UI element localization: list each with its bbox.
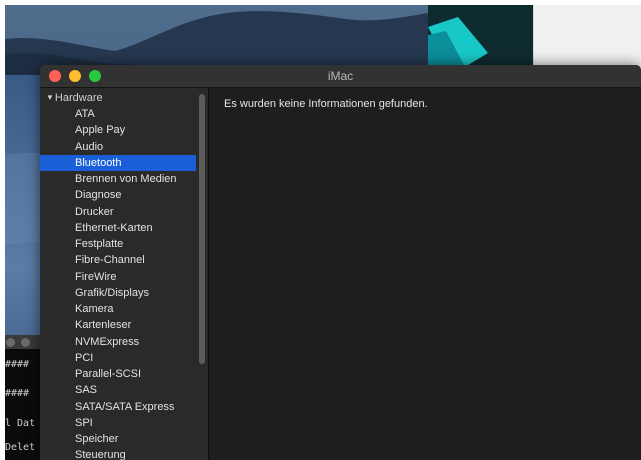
terminal-button-icon <box>6 338 15 347</box>
terminal-button-icon <box>21 338 30 347</box>
sidebar-item[interactable]: PCI <box>40 350 196 366</box>
sidebar-item[interactable]: Steuerung <box>40 447 196 460</box>
section-header-label: Hardware <box>54 92 103 104</box>
sidebar-item[interactable]: Parallel-SCSI <box>40 366 196 382</box>
sidebar-scrollbar[interactable] <box>196 88 208 460</box>
sidebar-item[interactable]: Festplatte <box>40 236 196 252</box>
background-terminal-window[interactable]: #### #### l Dat Delet <box>5 335 41 460</box>
sidebar-item[interactable]: SAS <box>40 382 196 398</box>
terminal-line: Delet <box>5 442 36 453</box>
sidebar-item[interactable]: Bluetooth <box>40 154 196 171</box>
sidebar-item[interactable]: Apple Pay <box>40 122 196 138</box>
terminal-line: #### <box>5 388 30 399</box>
sidebar-item[interactable]: SPI <box>40 415 196 431</box>
terminal-titlebar <box>5 335 41 349</box>
sidebar-item[interactable]: FireWire <box>40 269 196 285</box>
sidebar-item[interactable]: Ethernet-Karten <box>40 220 196 236</box>
desktop: #### #### l Dat Delet iMac ▼Hardware ATA… <box>5 5 641 460</box>
terminal-line: l Dat <box>5 418 36 429</box>
sidebar-item-list: ATA Apple Pay Audio Bluetooth Brennen von Me… <box>40 106 196 460</box>
background-window-light[interactable] <box>533 5 641 65</box>
sidebar-section-hardware[interactable]: ▼Hardware <box>46 91 103 105</box>
sidebar-item[interactable]: Audio <box>40 139 196 155</box>
system-information-window: iMac ▼Hardware ATA Apple Pay Audio Bluetoot… <box>40 65 641 460</box>
terminal-line: #### <box>5 359 30 370</box>
sidebar-item[interactable]: Kamera <box>40 301 196 317</box>
detail-pane: Es wurden keine Informationen gefunden. <box>209 88 641 460</box>
sidebar-item[interactable]: NVMExpress <box>40 334 196 350</box>
sidebar-item[interactable]: Speicher <box>40 431 196 447</box>
empty-state-message: Es wurden keine Informationen gefunden. <box>224 98 428 110</box>
scrollbar-thumb[interactable] <box>199 94 205 364</box>
sidebar-item[interactable]: Diagnose <box>40 187 196 203</box>
sidebar-item[interactable]: Fibre-Channel <box>40 252 196 268</box>
disclosure-triangle-down-icon[interactable]: ▼ <box>46 91 54 105</box>
sidebar: ▼Hardware ATA Apple Pay Audio Bluetooth Bren… <box>40 88 208 460</box>
sidebar-item[interactable]: SATA/SATA Express <box>40 399 196 415</box>
sidebar-item[interactable]: Kartenleser <box>40 317 196 333</box>
sidebar-item[interactable]: Drucker <box>40 204 196 220</box>
window-titlebar[interactable]: iMac <box>40 65 641 88</box>
sidebar-item[interactable]: Brennen von Medien <box>40 171 196 187</box>
background-window-teal[interactable] <box>428 5 533 65</box>
window-title: iMac <box>327 69 354 83</box>
sidebar-item[interactable]: Grafik/Displays <box>40 285 196 301</box>
sidebar-item[interactable]: ATA <box>40 106 196 122</box>
